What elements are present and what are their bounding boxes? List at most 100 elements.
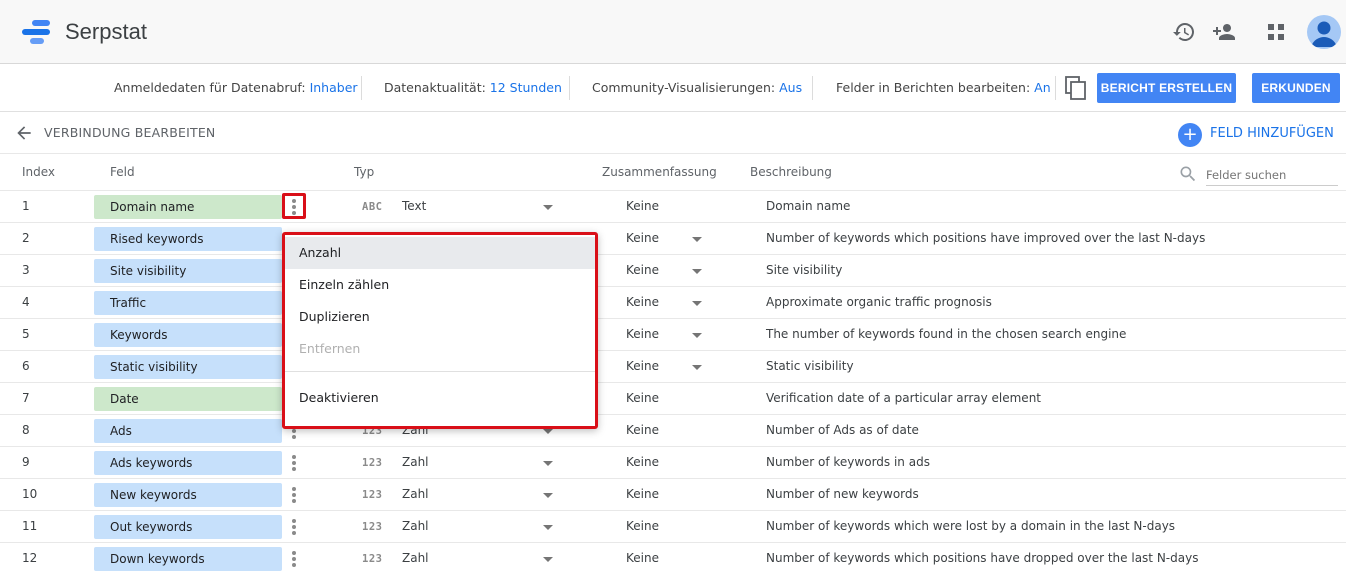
chevron-down-icon[interactable] — [692, 365, 702, 370]
type-select[interactable]: Text — [402, 199, 426, 213]
field-chip[interactable]: New keywords — [94, 483, 282, 507]
row-index: 10 — [22, 487, 38, 501]
serpstat-logo-icon[interactable] — [22, 18, 52, 46]
row-index: 3 — [22, 263, 30, 277]
field-description[interactable]: The number of keywords found in the chos… — [766, 327, 1126, 341]
aggregation-select[interactable]: Keine — [626, 327, 659, 341]
credentials-setting: Anmeldedaten für Datenabruf: Inhaber — [114, 80, 358, 95]
app-header: Serpstat — [0, 0, 1346, 64]
more-vert-icon[interactable] — [284, 451, 304, 475]
chevron-down-icon[interactable] — [543, 525, 553, 530]
community-label: Community-Visualisierungen: — [592, 80, 776, 95]
type-select[interactable]: Zahl — [402, 551, 429, 565]
field-description[interactable]: Verification date of a particular array … — [766, 391, 1041, 405]
table-row: 5 Keywords Keine The number of keywords … — [0, 319, 1346, 351]
field-description[interactable]: Number of new keywords — [766, 487, 919, 501]
field-description[interactable]: Number of Ads as of date — [766, 423, 919, 437]
row-index: 11 — [22, 519, 38, 533]
freshness-setting: Datenaktualität: 12 Stunden — [384, 80, 562, 95]
chevron-down-icon[interactable] — [692, 269, 702, 274]
search-icon[interactable] — [1178, 164, 1198, 184]
divider — [1055, 76, 1056, 100]
column-header-field: Feld — [110, 165, 135, 179]
field-description[interactable]: Site visibility — [766, 263, 842, 277]
chevron-down-icon[interactable] — [543, 461, 553, 466]
field-chip[interactable]: Static visibility — [94, 355, 282, 379]
user-avatar[interactable] — [1307, 15, 1341, 49]
field-chip[interactable]: Ads keywords — [94, 451, 282, 475]
field-chip[interactable]: Keywords — [94, 323, 282, 347]
column-header-type: Typ — [354, 165, 375, 179]
aggregation-value: Keine — [626, 199, 659, 213]
field-description[interactable]: Number of keywords in ads — [766, 455, 930, 469]
credentials-value-link[interactable]: Inhaber — [310, 80, 358, 95]
aggregation-select[interactable]: Keine — [626, 263, 659, 277]
back-arrow-icon[interactable] — [14, 123, 34, 143]
field-chip[interactable]: Ads — [94, 419, 282, 443]
field-search-input[interactable] — [1206, 164, 1338, 186]
field-description[interactable]: Number of keywords which were lost by a … — [766, 519, 1175, 533]
aggregation-value: Keine — [626, 391, 659, 405]
type-select[interactable]: Zahl — [402, 455, 429, 469]
menu-divider — [285, 371, 595, 372]
field-chip[interactable]: Out keywords — [94, 515, 282, 539]
more-vert-icon[interactable] — [284, 483, 304, 507]
field-chip[interactable]: Domain name — [94, 195, 282, 219]
more-vert-icon[interactable] — [284, 515, 304, 539]
field-description[interactable]: Domain name — [766, 199, 850, 213]
chevron-down-icon[interactable] — [692, 301, 702, 306]
divider — [361, 76, 362, 100]
add-person-icon[interactable] — [1212, 20, 1236, 44]
app-title: Serpstat — [65, 19, 147, 44]
chevron-down-icon[interactable] — [543, 557, 553, 562]
table-row: 11 Out keywords 123 Zahl Keine Number of… — [0, 511, 1346, 543]
aggregation-value: Keine — [626, 487, 659, 501]
menu-item-count-distinct[interactable]: Einzeln zählen — [285, 269, 595, 301]
menu-item-remove: Entfernen — [299, 341, 361, 356]
explore-button[interactable]: ERKUNDEN — [1252, 73, 1340, 103]
person-icon — [1311, 21, 1337, 47]
edit-fields-label: Felder in Berichten bearbeiten: — [836, 80, 1031, 95]
edit-fields-value-link[interactable]: An — [1034, 80, 1050, 95]
create-report-button[interactable]: BERICHT ERSTELLEN — [1097, 73, 1236, 103]
type-select[interactable]: Zahl — [402, 487, 429, 501]
chevron-down-icon[interactable] — [692, 333, 702, 338]
chevron-down-icon[interactable] — [543, 493, 553, 498]
field-description[interactable]: Number of keywords which positions have … — [766, 231, 1205, 245]
field-description[interactable]: Approximate organic traffic prognosis — [766, 295, 992, 309]
menu-item-count[interactable]: Anzahl — [285, 237, 595, 269]
field-description[interactable]: Number of keywords which positions have … — [766, 551, 1198, 565]
more-vert-icon[interactable] — [284, 547, 304, 571]
menu-item-disable[interactable]: Deaktivieren — [285, 382, 595, 414]
table-row: 2 Rised keywords Keine Number of keyword… — [0, 223, 1346, 255]
copy-icon[interactable] — [1065, 76, 1087, 100]
table-row: 6 Static visibility Keine Static visibil… — [0, 351, 1346, 383]
field-chip[interactable]: Down keywords — [94, 547, 282, 571]
chevron-down-icon[interactable] — [543, 205, 553, 210]
field-chip[interactable]: Rised keywords — [94, 227, 282, 251]
freshness-value-link[interactable]: 12 Stunden — [490, 80, 562, 95]
chevron-down-icon[interactable] — [543, 429, 553, 434]
menu-item-duplicate[interactable]: Duplizieren — [285, 301, 595, 333]
row-index: 12 — [22, 551, 38, 565]
field-chip[interactable]: Traffic — [94, 291, 282, 315]
aggregation-value: Keine — [626, 423, 659, 437]
aggregation-value: Keine — [626, 455, 659, 469]
community-setting: Community-Visualisierungen: Aus — [592, 80, 802, 95]
row-index: 5 — [22, 327, 30, 341]
type-select[interactable]: Zahl — [402, 519, 429, 533]
aggregation-select[interactable]: Keine — [626, 231, 659, 245]
aggregation-select[interactable]: Keine — [626, 359, 659, 373]
community-value-link[interactable]: Aus — [779, 80, 802, 95]
history-icon[interactable] — [1172, 20, 1196, 44]
aggregation-select[interactable]: Keine — [626, 295, 659, 309]
field-description[interactable]: Static visibility — [766, 359, 854, 373]
row-index: 7 — [22, 391, 30, 405]
field-chip[interactable]: Site visibility — [94, 259, 282, 283]
field-chip[interactable]: Date — [94, 387, 282, 411]
apps-grid-icon[interactable] — [1264, 20, 1288, 44]
aggregation-value: Keine — [626, 519, 659, 533]
chevron-down-icon[interactable] — [692, 237, 702, 242]
row-index: 4 — [22, 295, 30, 309]
row-index: 9 — [22, 455, 30, 469]
